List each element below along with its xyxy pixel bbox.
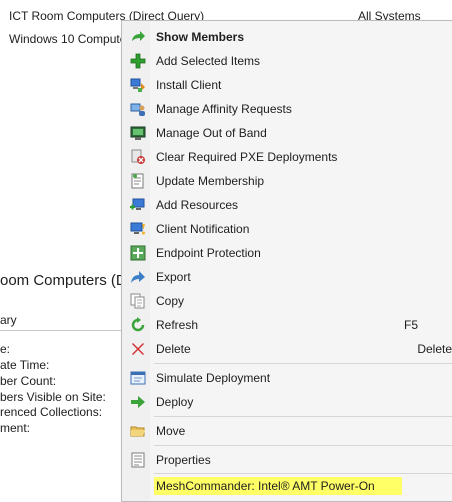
menu-item-deploy[interactable]: Deploy [122,390,452,414]
menu-item-label: Client Notification [156,222,250,236]
menu-item-copy[interactable]: Copy [122,289,452,313]
menu-item-label: Delete [156,342,191,356]
menu-item-manage-out-of-band[interactable]: Manage Out of Band [122,121,452,145]
green-arrow-icon [130,29,146,45]
delete-x-icon [130,341,146,357]
detail-label: e: [0,342,11,356]
detail-label: renced Collections: [0,405,103,419]
detail-label: ment: [0,421,31,435]
details-tab-summary[interactable]: ary [0,313,17,327]
menu-separator [154,363,452,364]
menu-item-label: Simulate Deployment [156,371,271,385]
menu-separator [154,473,452,474]
detail-label: bers Visible on Site: [0,390,106,404]
detail-label: ate Time: [0,358,50,372]
details-tab-underline [0,330,121,331]
green-plus-icon [130,53,146,69]
menu-separator [154,445,452,446]
menu-item-clear-pxe[interactable]: Clear Required PXE Deployments [122,145,452,169]
menu-item-label: Add Resources [156,198,239,212]
menu-item-add-selected-items[interactable]: Add Selected Items [122,49,452,73]
menu-item-label: Show Members [156,30,245,44]
menu-item-label: Move [156,424,186,438]
affinity-icon [130,101,146,117]
menu-item-label: Install Client [156,78,222,92]
menu-item-client-notification[interactable]: Client Notification [122,217,452,241]
menu-item-label: Properties [156,453,211,467]
detail-label: ber Count: [0,374,57,388]
menu-item-label: Add Selected Items [156,54,261,68]
menu-item-endpoint-protection[interactable]: Endpoint Protection [122,241,452,265]
menu-separator [154,416,452,417]
export-arrow-icon [130,269,146,285]
menu-item-shortcut: F5 [403,318,418,332]
folder-icon [130,423,146,439]
menu-item-label: Manage Affinity Requests [156,102,292,116]
client-notification-icon [130,221,146,237]
menu-item-show-members[interactable]: Show Members [122,25,452,49]
context-menu: Show Members Add Selected Items Install … [121,20,452,502]
menu-item-shortcut: Delete [417,342,452,356]
menu-item-meshcommander-power-on[interactable]: MeshCommander: Intel® AMT Power-On [122,475,452,499]
menu-item-refresh[interactable]: Refresh F5 [122,313,452,337]
pxe-icon [130,149,146,165]
menu-item-label: MeshCommander: Intel® AMT Power-On [156,479,375,493]
collection-row-windows-10[interactable]: Windows 10 Compute [9,32,126,46]
install-client-icon [130,77,146,93]
add-resources-icon [130,197,146,213]
menu-item-label: Copy [156,294,185,308]
collection-name: Windows 10 Compute [9,32,127,46]
details-pane-title: oom Computers (Di [0,272,131,289]
menu-item-label: Deploy [156,395,194,409]
menu-item-label: Update Membership [156,174,265,188]
menu-item-label: Endpoint Protection [156,246,261,260]
menu-item-label: Export [156,270,191,284]
menu-item-install-client[interactable]: Install Client [122,73,452,97]
menu-item-label: Clear Required PXE Deployments [156,150,338,164]
refresh-icon [130,317,146,333]
deploy-arrow-icon [130,394,146,410]
out-of-band-icon [130,125,146,141]
menu-item-manage-affinity-requests[interactable]: Manage Affinity Requests [122,97,452,121]
menu-item-properties[interactable]: Properties [122,448,452,472]
menu-item-delete[interactable]: Delete Delete [122,337,452,361]
copy-icon [130,293,146,309]
menu-item-simulate-deployment[interactable]: Simulate Deployment [122,366,452,390]
menu-item-label: Manage Out of Band [156,126,267,140]
menu-item-export[interactable]: Export [122,265,452,289]
simulate-deployment-icon [130,370,146,386]
menu-item-label: Refresh [156,318,199,332]
menu-item-update-membership[interactable]: Update Membership [122,169,452,193]
properties-icon [130,452,146,468]
menu-item-move[interactable]: Move [122,419,452,443]
menu-item-add-resources[interactable]: Add Resources [122,193,452,217]
endpoint-protection-icon [130,245,146,261]
update-membership-icon [130,173,146,189]
